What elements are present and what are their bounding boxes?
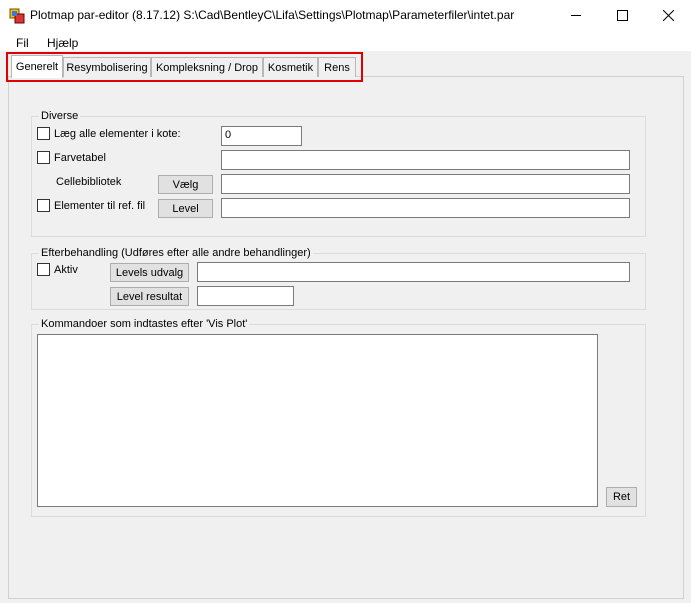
app-icon: [9, 8, 25, 24]
group-efterbehandling-title: Efterbehandling (Udføres efter alle andr…: [39, 247, 313, 259]
maximize-icon: [616, 10, 628, 21]
laeg-checkbox[interactable]: [37, 127, 50, 140]
farvetabel-label: Farvetabel: [54, 152, 106, 164]
tab-rens[interactable]: Rens: [318, 57, 356, 77]
farvetabel-input[interactable]: [221, 150, 630, 170]
close-icon: [662, 10, 674, 21]
laeg-label: Læg alle elementer i kote:: [54, 128, 181, 140]
elementer-input[interactable]: [221, 198, 630, 218]
level-resultat-input[interactable]: [197, 286, 294, 306]
levels-udvalg-button[interactable]: Levels udvalg: [110, 263, 189, 282]
minimize-button[interactable]: [553, 0, 599, 31]
levels-udvalg-input[interactable]: [197, 262, 630, 282]
menu-bar: Fil Hjælp: [0, 31, 691, 51]
elementer-checkbox[interactable]: [37, 199, 50, 212]
ret-button[interactable]: Ret: [606, 487, 637, 507]
aktiv-checkbox[interactable]: [37, 263, 50, 276]
maximize-button[interactable]: [599, 0, 645, 31]
kommandoer-textarea[interactable]: [37, 334, 598, 507]
level-button[interactable]: Level: [158, 199, 213, 218]
cellebibliotek-input[interactable]: [221, 174, 630, 194]
cellebibliotek-label: Cellebibliotek: [56, 176, 122, 188]
group-diverse-title: Diverse: [39, 110, 81, 122]
minimize-icon: [570, 15, 581, 16]
farvetabel-checkbox[interactable]: [37, 151, 50, 164]
aktiv-label: Aktiv: [54, 264, 78, 276]
menu-fil[interactable]: Fil: [16, 36, 29, 50]
group-kommandoer-title: Kommandoer som indtastes efter 'Vis Plot…: [39, 318, 250, 330]
tab-kompleksning-drop[interactable]: Kompleksning / Drop: [151, 57, 263, 77]
title-bar: Plotmap par-editor (8.17.12) S:\Cad\Bent…: [0, 0, 691, 31]
window-title: Plotmap par-editor (8.17.12) S:\Cad\Bent…: [30, 8, 515, 22]
vaelg-button[interactable]: Vælg: [158, 175, 213, 194]
tab-kosmetik[interactable]: Kosmetik: [263, 57, 318, 77]
tab-generelt[interactable]: Generelt: [11, 55, 63, 78]
close-button[interactable]: [645, 0, 691, 31]
tab-resymbolisering[interactable]: Resymbolisering: [63, 57, 151, 77]
level-resultat-button[interactable]: Level resultat: [110, 287, 189, 306]
elementer-label: Elementer til ref. fil: [54, 200, 146, 212]
kote-input[interactable]: 0: [221, 126, 302, 146]
menu-hjaelp[interactable]: Hjælp: [47, 36, 78, 50]
